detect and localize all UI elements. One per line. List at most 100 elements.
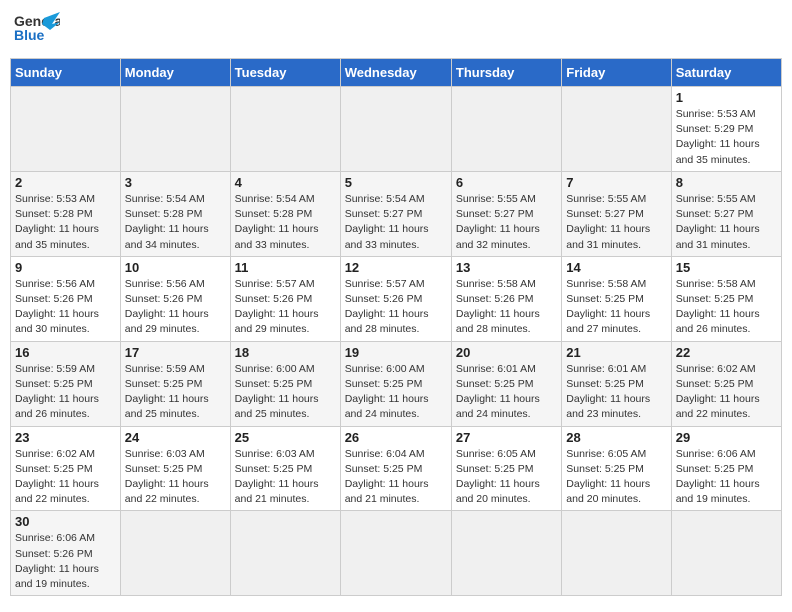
calendar-cell: 10 Sunrise: 5:56 AM Sunset: 5:26 PM Dayli… [120, 256, 230, 341]
day-number: 7 [566, 175, 666, 190]
calendar-cell [451, 87, 561, 172]
day-number: 3 [125, 175, 226, 190]
calendar-cell: 11Sunrise: 5:57 AM Sunset: 5:26 PM Dayli… [230, 256, 340, 341]
day-number: 15 [676, 260, 777, 275]
calendar-cell [120, 87, 230, 172]
week-row-4: 16 Sunrise: 5:59 AM Sunset: 5:25 PM Dayli… [11, 341, 782, 426]
calendar-cell: 24 Sunrise: 6:03 AM Sunset: 5:25 PM Dayli… [120, 426, 230, 511]
calendar-cell: 2Sunrise: 5:53 AM Sunset: 5:28 PM Daylig… [11, 171, 121, 256]
day-number: 16 [15, 345, 116, 360]
day-info: Sunrise: 6:06 AM Sunset: 5:26 PM Dayligh… [15, 531, 116, 592]
day-info: Sunrise: 6:00 AM Sunset: 5:25 PM Dayligh… [345, 362, 447, 423]
calendar-cell: 21 Sunrise: 6:01 AM Sunset: 5:25 PM Dayli… [562, 341, 671, 426]
calendar-cell: 16 Sunrise: 5:59 AM Sunset: 5:25 PM Dayli… [11, 341, 121, 426]
day-number: 5 [345, 175, 447, 190]
day-info: Sunrise: 6:02 AM Sunset: 5:25 PM Dayligh… [676, 362, 777, 423]
day-number: 24 [125, 430, 226, 445]
calendar-cell: 23 Sunrise: 6:02 AM Sunset: 5:25 PM Dayli… [11, 426, 121, 511]
calendar-cell: 18Sunrise: 6:00 AM Sunset: 5:25 PM Dayli… [230, 341, 340, 426]
day-number: 20 [456, 345, 557, 360]
weekday-header-thursday: Thursday [451, 59, 561, 87]
day-number: 19 [345, 345, 447, 360]
calendar-cell [230, 87, 340, 172]
calendar-cell [120, 511, 230, 596]
weekday-header-wednesday: Wednesday [340, 59, 451, 87]
day-number: 26 [345, 430, 447, 445]
weekday-header-sunday: Sunday [11, 59, 121, 87]
day-info: Sunrise: 5:55 AM Sunset: 5:27 PM Dayligh… [566, 192, 666, 253]
calendar-cell: 4 Sunrise: 5:54 AM Sunset: 5:28 PM Daylig… [230, 171, 340, 256]
calendar-cell: 28 Sunrise: 6:05 AM Sunset: 5:25 PM Dayli… [562, 426, 671, 511]
calendar-cell [562, 511, 671, 596]
day-number: 25 [235, 430, 336, 445]
day-number: 28 [566, 430, 666, 445]
day-number: 30 [15, 514, 116, 529]
header: General Blue [10, 10, 782, 50]
week-row-2: 2Sunrise: 5:53 AM Sunset: 5:28 PM Daylig… [11, 171, 782, 256]
calendar-cell [340, 87, 451, 172]
calendar-cell: 15 Sunrise: 5:58 AM Sunset: 5:25 PM Dayli… [671, 256, 781, 341]
day-info: Sunrise: 5:58 AM Sunset: 5:25 PM Dayligh… [676, 277, 777, 338]
day-info: Sunrise: 5:54 AM Sunset: 5:28 PM Dayligh… [235, 192, 336, 253]
day-info: Sunrise: 6:02 AM Sunset: 5:25 PM Dayligh… [15, 447, 116, 508]
weekday-header-tuesday: Tuesday [230, 59, 340, 87]
day-info: Sunrise: 5:59 AM Sunset: 5:25 PM Dayligh… [125, 362, 226, 423]
calendar-cell: 25 Sunrise: 6:03 AM Sunset: 5:25 PM Dayli… [230, 426, 340, 511]
week-row-6: 30 Sunrise: 6:06 AM Sunset: 5:26 PM Dayli… [11, 511, 782, 596]
day-number: 17 [125, 345, 226, 360]
day-number: 21 [566, 345, 666, 360]
day-number: 10 [125, 260, 226, 275]
calendar-cell: 30 Sunrise: 6:06 AM Sunset: 5:26 PM Dayli… [11, 511, 121, 596]
calendar-cell [11, 87, 121, 172]
calendar-cell: 17 Sunrise: 5:59 AM Sunset: 5:25 PM Dayli… [120, 341, 230, 426]
day-number: 23 [15, 430, 116, 445]
calendar-cell: 12Sunrise: 5:57 AM Sunset: 5:26 PM Dayli… [340, 256, 451, 341]
calendar-cell: 8 Sunrise: 5:55 AM Sunset: 5:27 PM Daylig… [671, 171, 781, 256]
day-number: 18 [235, 345, 336, 360]
day-info: Sunrise: 5:56 AM Sunset: 5:26 PM Dayligh… [15, 277, 116, 338]
week-row-1: 1Sunrise: 5:53 AM Sunset: 5:29 PM Daylig… [11, 87, 782, 172]
calendar-cell [230, 511, 340, 596]
day-number: 14 [566, 260, 666, 275]
day-info: Sunrise: 5:55 AM Sunset: 5:27 PM Dayligh… [456, 192, 557, 253]
calendar-cell [562, 87, 671, 172]
day-info: Sunrise: 6:03 AM Sunset: 5:25 PM Dayligh… [125, 447, 226, 508]
day-info: Sunrise: 5:56 AM Sunset: 5:26 PM Dayligh… [125, 277, 226, 338]
day-number: 8 [676, 175, 777, 190]
weekday-header-monday: Monday [120, 59, 230, 87]
calendar-cell: 5Sunrise: 5:54 AM Sunset: 5:27 PM Daylig… [340, 171, 451, 256]
day-number: 2 [15, 175, 116, 190]
week-row-3: 9Sunrise: 5:56 AM Sunset: 5:26 PM Daylig… [11, 256, 782, 341]
day-number: 1 [676, 90, 777, 105]
day-number: 12 [345, 260, 447, 275]
day-number: 27 [456, 430, 557, 445]
calendar-cell: 29 Sunrise: 6:06 AM Sunset: 5:25 PM Dayli… [671, 426, 781, 511]
weekday-header-row: SundayMondayTuesdayWednesdayThursdayFrid… [11, 59, 782, 87]
calendar-cell: 19 Sunrise: 6:00 AM Sunset: 5:25 PM Dayli… [340, 341, 451, 426]
day-info: Sunrise: 6:03 AM Sunset: 5:25 PM Dayligh… [235, 447, 336, 508]
calendar-cell: 13Sunrise: 5:58 AM Sunset: 5:26 PM Dayli… [451, 256, 561, 341]
calendar-cell: 14 Sunrise: 5:58 AM Sunset: 5:25 PM Dayli… [562, 256, 671, 341]
day-number: 11 [235, 260, 336, 275]
calendar-cell: 20Sunrise: 6:01 AM Sunset: 5:25 PM Dayli… [451, 341, 561, 426]
logo: General Blue [14, 10, 60, 50]
weekday-header-friday: Friday [562, 59, 671, 87]
calendar-cell: 7 Sunrise: 5:55 AM Sunset: 5:27 PM Daylig… [562, 171, 671, 256]
calendar-cell: 6 Sunrise: 5:55 AM Sunset: 5:27 PM Daylig… [451, 171, 561, 256]
day-info: Sunrise: 6:05 AM Sunset: 5:25 PM Dayligh… [566, 447, 666, 508]
calendar-cell: 26Sunrise: 6:04 AM Sunset: 5:25 PM Dayli… [340, 426, 451, 511]
day-number: 29 [676, 430, 777, 445]
day-info: Sunrise: 6:06 AM Sunset: 5:25 PM Dayligh… [676, 447, 777, 508]
day-number: 4 [235, 175, 336, 190]
day-info: Sunrise: 6:01 AM Sunset: 5:25 PM Dayligh… [566, 362, 666, 423]
day-info: Sunrise: 5:55 AM Sunset: 5:27 PM Dayligh… [676, 192, 777, 253]
calendar: SundayMondayTuesdayWednesdayThursdayFrid… [10, 58, 782, 596]
day-number: 13 [456, 260, 557, 275]
day-info: Sunrise: 5:58 AM Sunset: 5:25 PM Dayligh… [566, 277, 666, 338]
calendar-cell [451, 511, 561, 596]
calendar-cell: 1Sunrise: 5:53 AM Sunset: 5:29 PM Daylig… [671, 87, 781, 172]
week-row-5: 23 Sunrise: 6:02 AM Sunset: 5:25 PM Dayli… [11, 426, 782, 511]
day-number: 6 [456, 175, 557, 190]
day-info: Sunrise: 5:59 AM Sunset: 5:25 PM Dayligh… [15, 362, 116, 423]
calendar-cell: 22Sunrise: 6:02 AM Sunset: 5:25 PM Dayli… [671, 341, 781, 426]
